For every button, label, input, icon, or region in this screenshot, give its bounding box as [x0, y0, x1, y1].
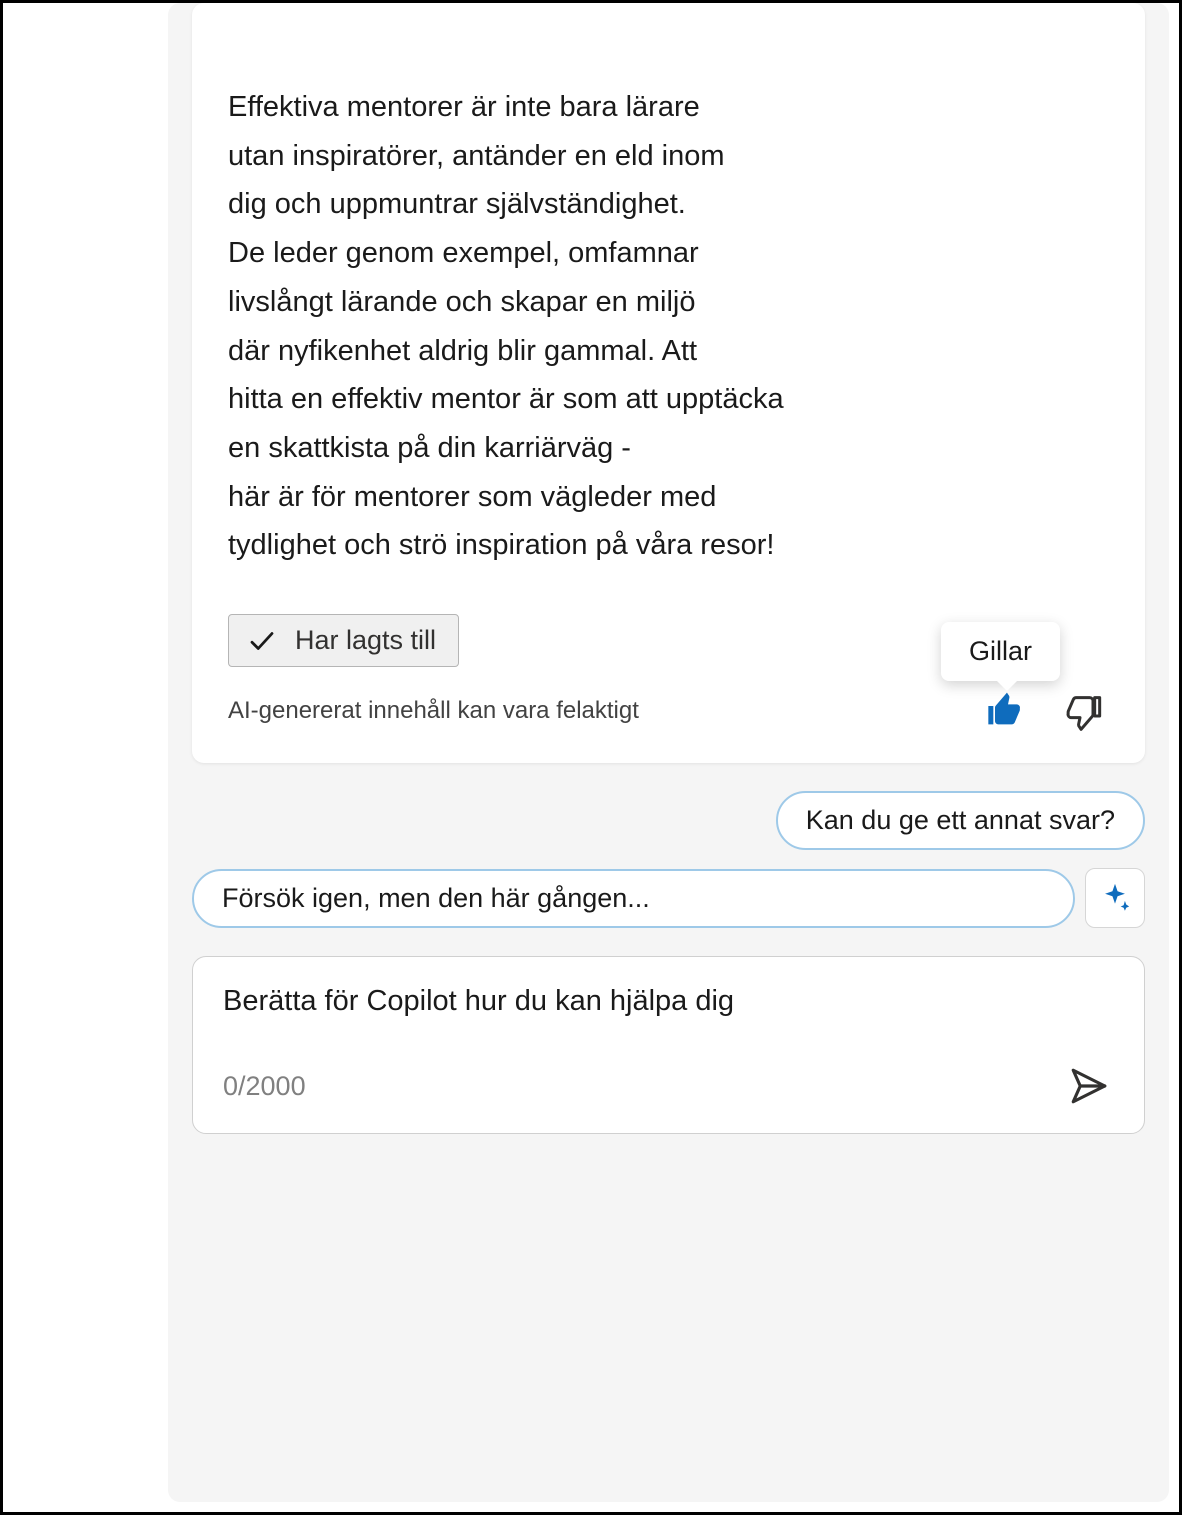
send-button[interactable] — [1064, 1061, 1114, 1111]
input-bottom-row: 0/2000 — [223, 1061, 1114, 1111]
char-count: 0/2000 — [223, 1071, 306, 1102]
suggestion-list: Kan du ge ett annat svar? Försök igen, m… — [192, 791, 1145, 928]
suggestion-row: Försök igen, men den här gången... — [192, 868, 1145, 928]
assistant-message-text: Effektiva mentorer är inte bara lärare u… — [228, 3, 1109, 590]
feedback-controls: Gillar — [983, 689, 1109, 733]
suggestion-label: Kan du ge ett annat svar? — [806, 805, 1115, 836]
dislike-button[interactable] — [1061, 689, 1105, 733]
sparkle-button[interactable] — [1085, 868, 1145, 928]
thumbs-down-icon — [1063, 691, 1103, 731]
sparkle-icon — [1098, 881, 1132, 915]
copilot-panel: Effektiva mentorer är inte bara lärare u… — [168, 3, 1169, 1502]
ai-disclaimer-text: AI-genererat innehåll kan vara felaktigt — [228, 697, 639, 725]
disclaimer-row: AI-genererat innehåll kan vara felaktigt… — [228, 689, 1109, 733]
suggestion-another-response[interactable]: Kan du ge ett annat svar? — [776, 791, 1145, 850]
added-button[interactable]: Har lagts till — [228, 614, 459, 667]
added-button-label: Har lagts till — [295, 625, 436, 656]
app-frame: Effektiva mentorer är inte bara lärare u… — [3, 3, 1179, 1512]
suggestion-label: Försök igen, men den här gången... — [222, 883, 650, 914]
check-icon — [247, 626, 277, 656]
prompt-input[interactable]: Berätta för Copilot hur du kan hjälpa di… — [223, 985, 1114, 1047]
prompt-input-card[interactable]: Berätta för Copilot hur du kan hjälpa di… — [192, 956, 1145, 1134]
suggestion-try-again[interactable]: Försök igen, men den här gången... — [192, 869, 1075, 928]
assistant-message-card: Effektiva mentorer är inte bara lärare u… — [192, 3, 1145, 763]
send-icon — [1068, 1065, 1110, 1107]
like-tooltip-label: Gillar — [969, 636, 1032, 666]
like-tooltip: Gillar — [941, 622, 1060, 681]
